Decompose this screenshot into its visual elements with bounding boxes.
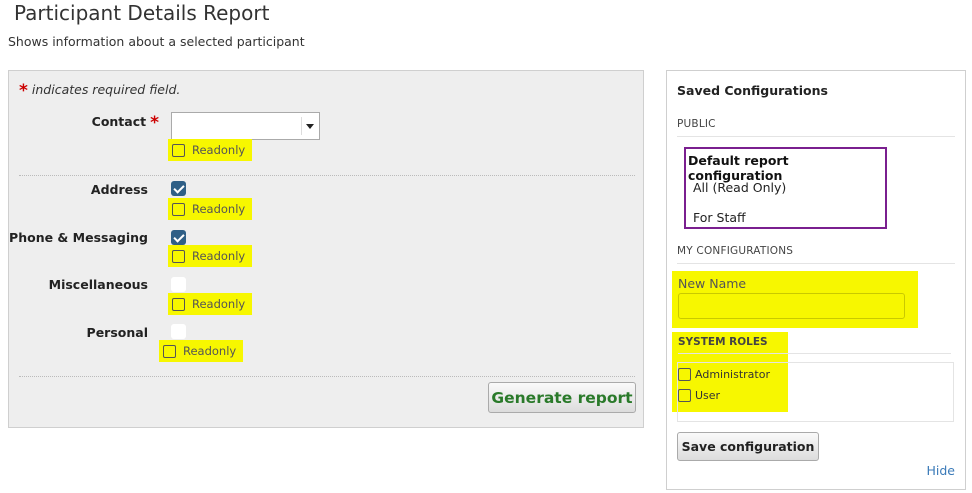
address-readonly-checkbox[interactable] <box>172 202 185 216</box>
page-title: Participant Details Report <box>14 1 270 25</box>
address-readonly-label: Readonly <box>192 202 246 216</box>
section-divider <box>677 136 955 137</box>
new-name-label: New Name <box>678 276 747 291</box>
page-subtitle: Shows information about a selected parti… <box>8 34 305 49</box>
chevron-down-icon[interactable] <box>306 124 314 129</box>
saved-configurations-title: Saved Configurations <box>677 83 828 98</box>
divider <box>19 175 635 176</box>
saved-configurations-panel: Saved Configurations PUBLIC Default repo… <box>666 70 966 490</box>
public-config-all-readonly[interactable]: All (Read Only) <box>693 180 786 195</box>
personal-label: Personal <box>86 325 148 340</box>
miscellaneous-readonly[interactable]: Readonly <box>168 293 252 315</box>
required-star: * <box>19 81 28 101</box>
hide-link[interactable]: Hide <box>927 463 956 478</box>
miscellaneous-readonly-checkbox[interactable] <box>172 297 185 311</box>
miscellaneous-checkbox[interactable] <box>171 277 186 292</box>
personal-readonly[interactable]: Readonly <box>159 340 243 362</box>
role-administrator-label: Administrator <box>695 368 770 381</box>
miscellaneous-label: Miscellaneous <box>48 277 148 292</box>
section-divider <box>677 263 955 264</box>
address-checkbox[interactable] <box>171 181 186 196</box>
contact-readonly-checkbox[interactable] <box>172 143 185 157</box>
contact-label-text: Contact <box>91 114 147 129</box>
required-note: * indicates required field. <box>19 81 180 101</box>
contact-select[interactable] <box>171 112 320 140</box>
system-roles-title: SYSTEM ROLES <box>678 336 768 348</box>
generate-report-button[interactable]: Generate report <box>488 382 636 413</box>
personal-readonly-label: Readonly <box>183 344 237 358</box>
public-section-title: PUBLIC <box>677 118 716 130</box>
select-separator <box>301 117 302 135</box>
role-user[interactable]: User <box>678 389 720 402</box>
role-administrator[interactable]: Administrator <box>678 368 770 381</box>
my-configurations-title: MY CONFIGURATIONS <box>677 245 794 257</box>
miscellaneous-readonly-label: Readonly <box>192 297 246 311</box>
phone-messaging-readonly-checkbox[interactable] <box>172 249 185 263</box>
role-administrator-checkbox[interactable] <box>678 368 691 381</box>
contact-readonly[interactable]: Readonly <box>168 139 252 161</box>
address-label: Address <box>90 182 148 197</box>
role-user-label: User <box>695 389 721 402</box>
contact-required-star: * <box>150 113 159 133</box>
phone-messaging-checkbox[interactable] <box>171 230 186 245</box>
divider <box>19 376 635 377</box>
role-user-checkbox[interactable] <box>678 389 691 402</box>
address-readonly[interactable]: Readonly <box>168 198 252 220</box>
save-configuration-button[interactable]: Save configuration <box>677 432 819 461</box>
public-config-default[interactable]: Default report configuration <box>688 153 885 183</box>
public-config-for-staff[interactable]: For Staff <box>693 210 746 225</box>
personal-checkbox[interactable] <box>171 324 186 339</box>
report-form: * indicates required field. Contact * Read… <box>8 70 644 428</box>
new-name-group: New Name <box>672 271 918 328</box>
new-name-input[interactable] <box>678 293 905 319</box>
public-configurations: Default report configuration All (Read O… <box>684 147 887 229</box>
section-divider <box>678 353 951 354</box>
contact-label: Contact * <box>9 113 159 133</box>
required-note-text: indicates required field. <box>31 82 181 97</box>
personal-readonly-checkbox[interactable] <box>163 344 176 358</box>
phone-messaging-label: Phone & Messaging <box>9 230 148 245</box>
phone-messaging-readonly[interactable]: Readonly <box>168 245 252 267</box>
contact-readonly-label: Readonly <box>192 143 246 157</box>
phone-messaging-readonly-label: Readonly <box>192 249 246 263</box>
